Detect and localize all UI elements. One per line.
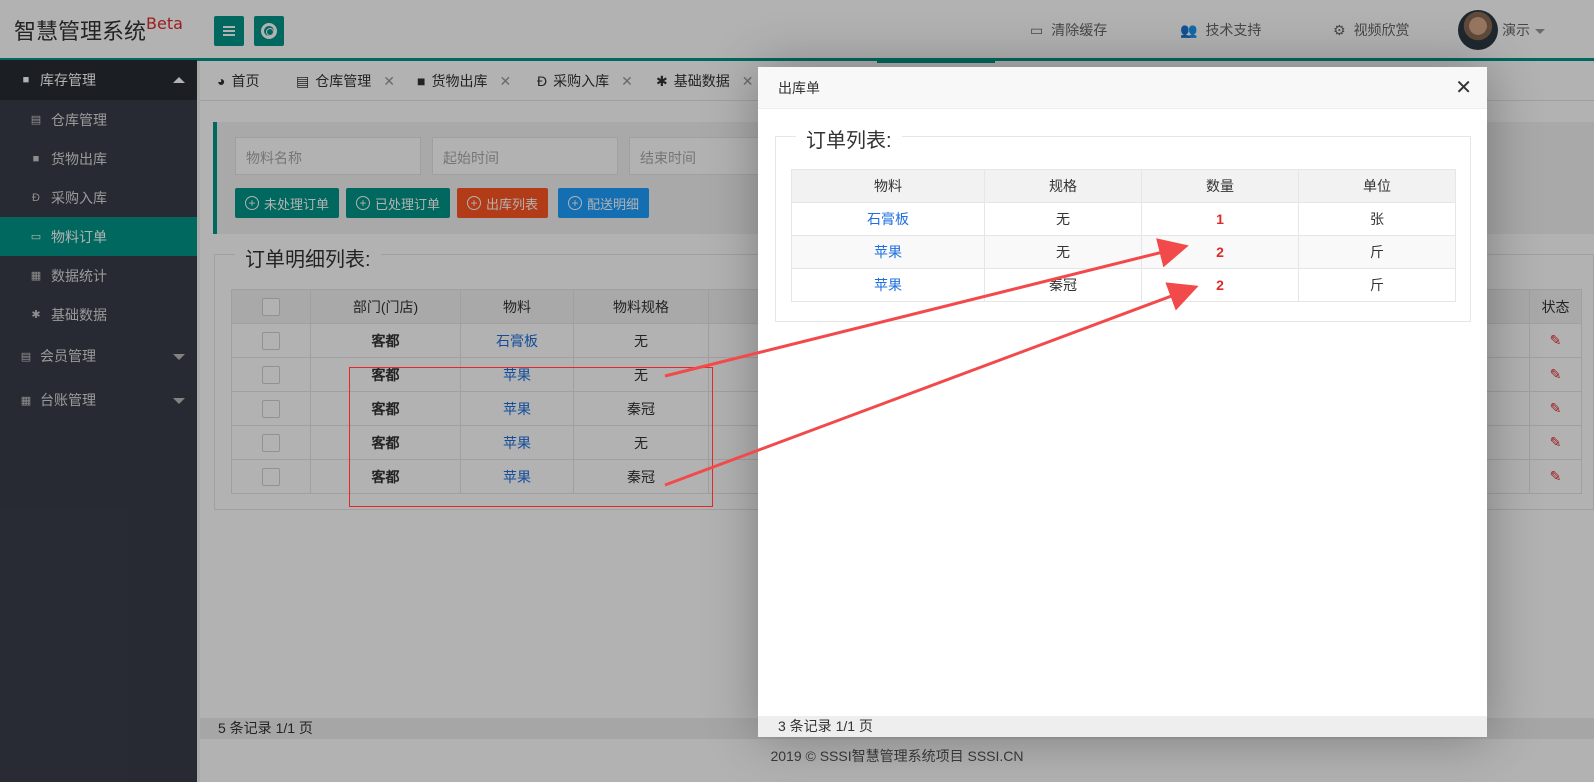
annotation-arrow bbox=[664, 238, 1189, 378]
annotation-arrows bbox=[664, 238, 1199, 487]
annotation-arrow bbox=[664, 282, 1199, 487]
